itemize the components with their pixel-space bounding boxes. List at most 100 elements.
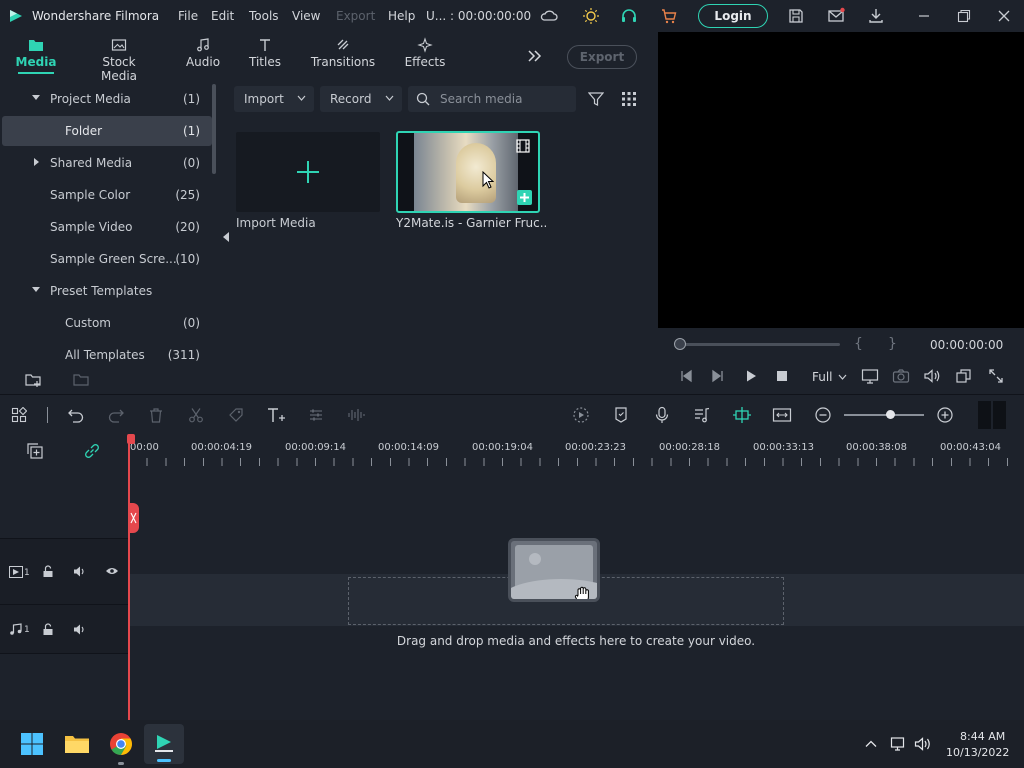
scrubber-handle[interactable] bbox=[674, 338, 686, 350]
save-icon[interactable] bbox=[787, 7, 805, 25]
cut-icon[interactable] bbox=[188, 407, 204, 423]
sidebar-item-folder[interactable]: Folder (1) bbox=[2, 116, 212, 146]
sidebar-item-preset-templates[interactable]: Preset Templates bbox=[2, 276, 212, 306]
menu-tools[interactable]: Tools bbox=[249, 9, 279, 23]
record-dropdown[interactable]: Record bbox=[320, 86, 402, 112]
mail-icon[interactable] bbox=[827, 7, 845, 25]
media-clip-thumbnail[interactable] bbox=[396, 131, 540, 213]
bulb-icon[interactable] bbox=[582, 7, 600, 25]
playhead[interactable] bbox=[128, 436, 130, 720]
drag-media-thumbnail bbox=[508, 538, 600, 602]
text-add-icon[interactable] bbox=[266, 406, 288, 424]
export-button[interactable]: Export bbox=[567, 45, 637, 69]
import-media-tile[interactable] bbox=[236, 132, 380, 212]
stop-icon[interactable] bbox=[776, 370, 788, 382]
zoom-out-icon[interactable] bbox=[814, 406, 832, 424]
redo-icon[interactable] bbox=[107, 407, 125, 423]
filter-icon[interactable] bbox=[588, 91, 604, 107]
delete-icon[interactable] bbox=[148, 407, 164, 423]
headset-icon[interactable] bbox=[620, 7, 638, 25]
sidebar-item-all-templates[interactable]: All Templates (311) bbox=[2, 340, 212, 370]
filmora-taskbar-button[interactable] bbox=[144, 724, 184, 764]
ruler-tick-label: 00:00:43:04 bbox=[940, 442, 1002, 453]
adjust-icon[interactable] bbox=[308, 407, 324, 423]
search-media-field[interactable]: Search media bbox=[408, 86, 576, 112]
mark-in-bracket[interactable]: { bbox=[854, 336, 863, 352]
chrome-icon[interactable] bbox=[109, 732, 133, 756]
ruler-tick-label: 00:00:09:14 bbox=[285, 442, 347, 453]
cloud-icon[interactable] bbox=[540, 8, 558, 24]
login-button[interactable]: Login bbox=[698, 4, 768, 28]
play-icon[interactable] bbox=[744, 369, 758, 383]
sidebar-item-project-media[interactable]: Project Media (1) bbox=[2, 84, 212, 114]
collapse-panel-icon[interactable] bbox=[223, 232, 229, 242]
quality-label: Full bbox=[812, 370, 833, 384]
grid-view-icon[interactable] bbox=[621, 91, 637, 107]
playback-scrubber[interactable] bbox=[674, 343, 840, 346]
crop-icon[interactable] bbox=[955, 368, 973, 384]
timeline-ruler[interactable]: 00:00 00:00:04:19 00:00:09:14 00:00:14:0… bbox=[128, 434, 1024, 470]
add-to-timeline-icon[interactable] bbox=[517, 190, 532, 205]
display-icon[interactable] bbox=[861, 368, 879, 384]
sidebar-item-sample-color[interactable]: Sample Color (25) bbox=[2, 180, 212, 210]
menu-export[interactable]: Export bbox=[336, 9, 375, 23]
layout-icon[interactable] bbox=[11, 407, 27, 423]
playhead-handle[interactable] bbox=[127, 434, 135, 444]
add-track-icon[interactable] bbox=[26, 442, 44, 460]
menu-file[interactable]: File bbox=[178, 9, 198, 23]
restore-icon[interactable] bbox=[955, 7, 973, 25]
mark-out-bracket[interactable]: } bbox=[888, 336, 897, 352]
close-icon[interactable] bbox=[995, 7, 1013, 25]
menu-edit[interactable]: Edit bbox=[211, 9, 234, 23]
tab-effects[interactable]: Effects bbox=[400, 32, 450, 80]
link-icon[interactable] bbox=[83, 442, 101, 460]
chevron-up-icon[interactable] bbox=[864, 737, 878, 751]
zoom-slider-handle[interactable] bbox=[886, 410, 895, 419]
clock-date[interactable]: 10/13/2022 bbox=[946, 746, 1009, 759]
tab-stock-media[interactable]: Stock Media bbox=[84, 32, 154, 83]
marker-icon[interactable] bbox=[613, 406, 629, 424]
transition-icon bbox=[310, 37, 376, 53]
next-frame-icon[interactable] bbox=[711, 369, 725, 383]
snap-icon[interactable] bbox=[732, 406, 752, 424]
quality-dropdown[interactable]: Full bbox=[812, 368, 850, 386]
cart-icon[interactable] bbox=[660, 7, 678, 25]
playhead-cut-marker[interactable] bbox=[128, 503, 139, 533]
tab-audio[interactable]: Audio bbox=[180, 32, 226, 80]
zoom-slider[interactable] bbox=[844, 414, 924, 416]
tab-media[interactable]: Media bbox=[12, 32, 60, 80]
download-icon[interactable] bbox=[867, 7, 885, 25]
sidebar-item-sample-green-screen[interactable]: Sample Green Scre... (10) bbox=[2, 244, 212, 274]
menu-view[interactable]: View bbox=[292, 9, 320, 23]
sidebar-item-shared-media[interactable]: Shared Media (0) bbox=[2, 148, 212, 178]
audio-wave-icon[interactable] bbox=[347, 407, 365, 423]
render-icon[interactable] bbox=[572, 406, 590, 424]
more-tabs-icon[interactable] bbox=[526, 48, 544, 64]
grab-hand-icon bbox=[573, 585, 593, 599]
previous-frame-icon[interactable] bbox=[679, 369, 693, 383]
sidebar-item-custom[interactable]: Custom (0) bbox=[2, 308, 212, 338]
microphone-icon[interactable] bbox=[654, 406, 670, 424]
windows-start-icon[interactable] bbox=[20, 732, 44, 756]
import-dropdown[interactable]: Import bbox=[234, 86, 314, 112]
snapshot-icon[interactable] bbox=[892, 368, 910, 384]
sidebar-scrollbar[interactable] bbox=[212, 84, 216, 174]
new-folder-icon[interactable] bbox=[25, 372, 43, 388]
undo-icon[interactable] bbox=[67, 407, 85, 423]
speaker-volume-icon[interactable] bbox=[914, 736, 932, 752]
folder-outline-icon[interactable] bbox=[73, 372, 91, 388]
volume-icon[interactable] bbox=[923, 368, 941, 384]
minimize-icon[interactable] bbox=[915, 7, 933, 25]
music-list-icon[interactable] bbox=[693, 406, 711, 424]
fit-timeline-icon[interactable] bbox=[772, 406, 792, 424]
menu-help[interactable]: Help bbox=[388, 9, 415, 23]
sidebar-item-sample-video[interactable]: Sample Video (20) bbox=[2, 212, 212, 242]
zoom-in-icon[interactable] bbox=[936, 406, 954, 424]
tag-icon[interactable] bbox=[228, 407, 244, 423]
file-explorer-icon[interactable] bbox=[64, 732, 90, 756]
fullscreen-icon[interactable] bbox=[988, 368, 1004, 384]
network-icon[interactable] bbox=[890, 736, 908, 752]
clock-time[interactable]: 8:44 AM bbox=[960, 730, 1005, 743]
tab-transitions[interactable]: Transitions bbox=[310, 32, 376, 80]
tab-titles[interactable]: Titles bbox=[244, 32, 286, 80]
